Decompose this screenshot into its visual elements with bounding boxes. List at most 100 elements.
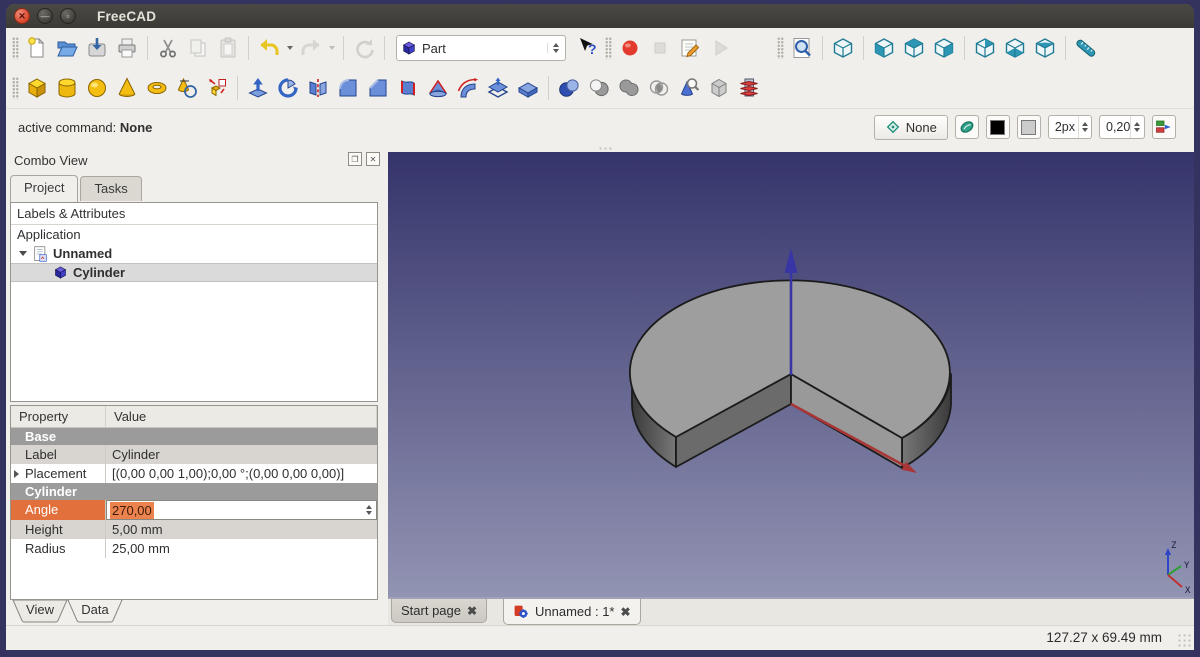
property-row-height[interactable]: Height 5,00 mm	[11, 520, 377, 539]
spinner-icon[interactable]	[362, 505, 376, 515]
macro-record-button[interactable]	[615, 33, 645, 63]
splitter-handle-icon	[598, 146, 612, 151]
tab-data[interactable]: Data	[67, 600, 123, 623]
part-sweep-button[interactable]	[453, 73, 483, 103]
view-axonometric-button[interactable]	[828, 33, 858, 63]
spinner-icon[interactable]	[1130, 116, 1143, 138]
part-sphere-button[interactable]	[82, 73, 112, 103]
workbench-selector[interactable]: Part	[396, 35, 566, 61]
property-row-radius[interactable]: Radius 25,00 mm	[11, 539, 377, 558]
macro-stop-button[interactable]	[645, 33, 675, 63]
panel-float-button[interactable]: ❐	[348, 152, 362, 166]
part-revolve-button[interactable]	[273, 73, 303, 103]
part-torus-button[interactable]	[142, 73, 172, 103]
tab-project[interactable]: Project	[10, 175, 78, 202]
tree-item-cylinder[interactable]: Cylinder	[11, 263, 377, 282]
open-file-button[interactable]	[52, 33, 82, 63]
redo-button[interactable]	[296, 33, 326, 63]
tab-tasks[interactable]: Tasks	[80, 176, 141, 201]
part-box-button[interactable]	[22, 73, 52, 103]
scale-spinbox[interactable]: 0,20	[1099, 115, 1145, 139]
part-primitives-button[interactable]	[172, 73, 202, 103]
property-row-placement[interactable]: Placement [(0,00 0,00 1,00);0,00 °;(0,00…	[11, 464, 377, 483]
copy-button[interactable]	[183, 33, 213, 63]
torus-icon	[145, 76, 169, 100]
refresh-button[interactable]	[349, 33, 379, 63]
new-document-button[interactable]	[22, 33, 52, 63]
part-compound-button[interactable]	[704, 73, 734, 103]
part-check-geometry-button[interactable]	[674, 73, 704, 103]
angle-edit-field[interactable]: 270,00	[106, 500, 377, 520]
cut-button[interactable]	[153, 33, 183, 63]
resize-grip-icon[interactable]	[1177, 633, 1191, 647]
splitter[interactable]	[388, 145, 1194, 152]
part-extrude-button[interactable]	[243, 73, 273, 103]
print-button[interactable]	[112, 33, 142, 63]
view-rear-button[interactable]	[970, 33, 1000, 63]
part-offset-button[interactable]	[483, 73, 513, 103]
view-right-button[interactable]	[929, 33, 959, 63]
part-boolean-button[interactable]	[554, 73, 584, 103]
macro-play-button[interactable]	[705, 33, 735, 63]
close-tab-icon[interactable]: ✖	[621, 606, 631, 618]
part-shape-builder-button[interactable]	[202, 73, 232, 103]
undo-button[interactable]	[254, 33, 284, 63]
spinner-icon[interactable]	[1078, 116, 1091, 138]
part-cylinder-button[interactable]	[52, 73, 82, 103]
snap-toggle-button[interactable]	[955, 115, 979, 139]
panel-close-button[interactable]: ✕	[366, 152, 380, 166]
measure-button[interactable]	[1071, 33, 1101, 63]
whats-this-button[interactable]: ?	[572, 33, 602, 63]
toggle-display-mode-button[interactable]	[1152, 115, 1176, 139]
minimize-icon: —	[41, 12, 50, 21]
toolbar-handle[interactable]	[12, 37, 19, 59]
view-left-button[interactable]	[1030, 33, 1060, 63]
view-fit-all-button[interactable]	[787, 33, 817, 63]
save-button[interactable]	[82, 33, 112, 63]
toolbar-handle[interactable]	[777, 37, 784, 59]
property-group-base[interactable]: Base	[11, 428, 377, 445]
line-color-button[interactable]	[986, 115, 1010, 139]
tab-start-page[interactable]: Start page ✖	[391, 599, 487, 623]
window-maximize-button[interactable]: ▫	[60, 8, 76, 24]
part-intersection-button[interactable]	[644, 73, 674, 103]
tree-item-document[interactable]: Unnamed	[11, 244, 377, 263]
macro-edit-button[interactable]	[675, 33, 705, 63]
part-fillet-button[interactable]	[333, 73, 363, 103]
part-cut-button[interactable]	[584, 73, 614, 103]
view-bottom-button[interactable]	[1000, 33, 1030, 63]
tree-item-application[interactable]: Application	[11, 225, 377, 244]
part-cone-button[interactable]	[112, 73, 142, 103]
window-close-button[interactable]: ✕	[14, 8, 30, 24]
toolbar-handle[interactable]	[605, 37, 612, 59]
view-top-button[interactable]	[899, 33, 929, 63]
toolbar-handle[interactable]	[12, 77, 19, 99]
combo-view-panel: Combo View ❐ ✕ Project Tasks Labels & At…	[6, 145, 388, 625]
view-front-button[interactable]	[869, 33, 899, 63]
document-tab-bar: Start page ✖ Unnamed : 1* ✖	[388, 597, 1194, 625]
part-thickness-button[interactable]	[513, 73, 543, 103]
property-row-label[interactable]: Label Cylinder	[11, 445, 377, 464]
close-icon: ✕	[18, 12, 26, 21]
close-tab-icon[interactable]: ✖	[467, 605, 477, 617]
window-minimize-button[interactable]: —	[37, 8, 53, 24]
tab-view[interactable]: View	[12, 600, 68, 623]
part-ruled-surface-button[interactable]	[393, 73, 423, 103]
3d-viewport[interactable]: Z Y X	[388, 152, 1194, 597]
undo-history-dropdown[interactable]	[284, 33, 296, 63]
part-loft-button[interactable]	[423, 73, 453, 103]
face-color-button[interactable]	[1017, 115, 1041, 139]
part-cross-sections-button[interactable]	[734, 73, 764, 103]
property-group-cylinder[interactable]: Cylinder	[11, 483, 377, 500]
autogroup-button[interactable]: None	[874, 115, 948, 140]
redo-history-dropdown[interactable]	[326, 33, 338, 63]
part-chamfer-button[interactable]	[363, 73, 393, 103]
tab-unnamed-document[interactable]: Unnamed : 1* ✖	[503, 599, 641, 625]
expander-icon[interactable]	[14, 470, 19, 478]
property-row-angle[interactable]: Angle 270,00	[11, 500, 377, 520]
expander-icon[interactable]	[19, 251, 27, 256]
part-union-button[interactable]	[614, 73, 644, 103]
paste-button[interactable]	[213, 33, 243, 63]
part-mirror-button[interactable]	[303, 73, 333, 103]
line-width-spinbox[interactable]: 2px	[1048, 115, 1092, 139]
